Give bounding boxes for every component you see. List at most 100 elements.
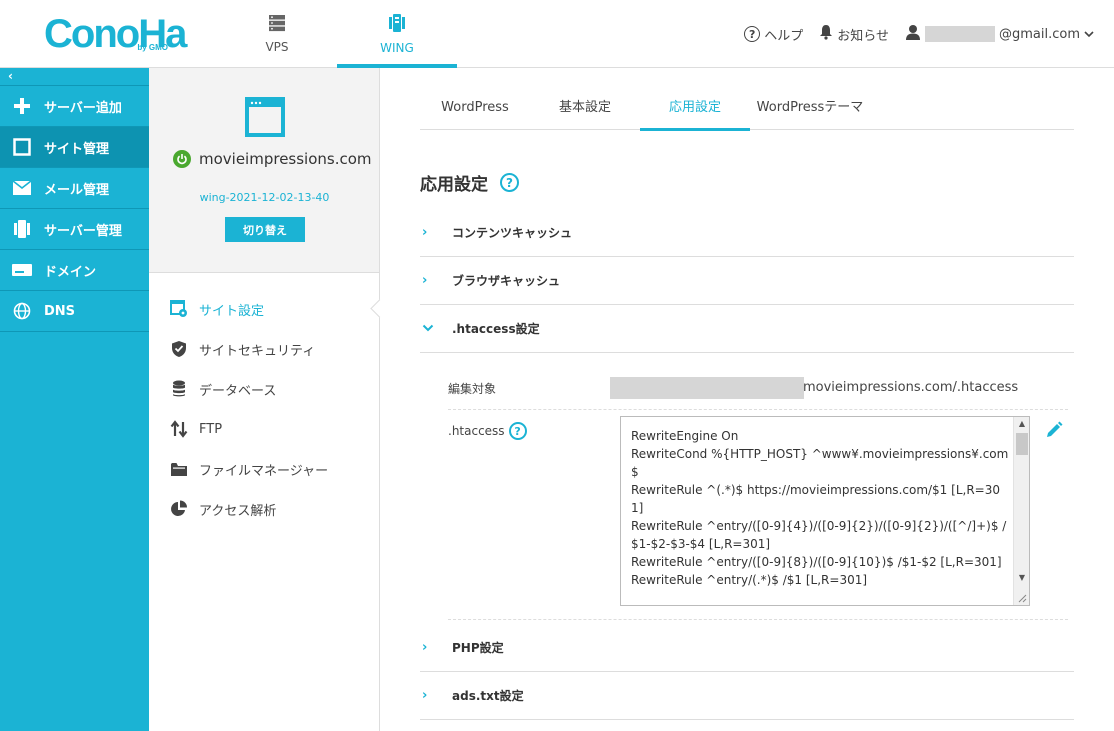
help-link[interactable]: ? ヘルプ: [744, 25, 803, 44]
sidebar-item-label: サーバー追加: [44, 100, 122, 116]
chevron-left-icon: ‹: [8, 69, 13, 83]
nav-vps[interactable]: VPS: [217, 0, 337, 68]
tab-wordpress-theme[interactable]: WordPressテーマ: [750, 96, 870, 129]
site-id: wing-2021-12-02-13-40: [199, 191, 330, 204]
site-settings-icon: [169, 299, 189, 319]
plus-icon: [12, 96, 32, 116]
htaccess-content: RewriteEngine On RewriteCond %{HTTP_HOST…: [631, 427, 1009, 589]
user-icon: [905, 24, 921, 44]
accordion-label: .htaccess設定: [452, 322, 540, 336]
htaccess-line: RewriteRule ^entry/([0-9]{4})/([0-9]{2})…: [631, 519, 1007, 551]
sidebar-item-label: DNS: [44, 303, 76, 319]
site-menu-label: サイトセキュリティ: [199, 343, 316, 359]
notice-label: お知らせ: [837, 28, 889, 44]
ftp-icon: [169, 419, 189, 439]
site-menu-site-settings[interactable]: サイト設定: [149, 289, 379, 329]
site-name-row: movieimpressions.com: [173, 150, 372, 168]
sidebar-item-label: サイト管理: [44, 141, 110, 157]
tab-basic-settings[interactable]: 基本設定: [530, 96, 640, 129]
help-icon: ?: [744, 26, 761, 42]
site-menu-file-manager[interactable]: ファイルマネージャー: [149, 449, 379, 489]
tab-advanced-settings[interactable]: 応用設定: [640, 96, 750, 131]
accordion-label: コンテンツキャッシュ: [452, 226, 573, 240]
textarea-scrollbar[interactable]: ▲ ▼: [1013, 417, 1029, 605]
sidebar-item-label: メール管理: [44, 182, 110, 198]
chevron-right-icon: ›: [422, 273, 428, 288]
site-name: movieimpressions.com: [199, 150, 372, 168]
site-menu-label: アクセス解析: [199, 503, 277, 519]
htaccess-field-label: .htaccess ?: [448, 422, 527, 440]
conoha-logo[interactable]: ConoHa by GMO: [44, 14, 187, 54]
mail-icon: [12, 178, 32, 198]
site-icon: [12, 137, 32, 157]
site-menu-ftp[interactable]: FTP: [149, 409, 379, 449]
help-label: ヘルプ: [764, 28, 804, 44]
accordion-content-cache[interactable]: › コンテンツキャッシュ: [420, 209, 1074, 257]
chevron-down-icon: [420, 321, 452, 336]
site-panel: movieimpressions.com wing-2021-12-02-13-…: [149, 68, 380, 731]
sidebar-item-site-management[interactable]: サイト管理: [0, 127, 149, 168]
globe-icon: [12, 301, 32, 321]
accordion-label: ブラウザキャッシュ: [452, 274, 561, 288]
edit-target-path: movieimpressions.com/.htaccess: [803, 380, 1019, 395]
database-icon: [169, 379, 189, 399]
accordion-label: PHP設定: [452, 641, 504, 655]
header-utilities: ? ヘルプ お知らせ @gmail.com: [744, 0, 1094, 68]
edit-target-label: 編集対象: [448, 382, 497, 396]
sidebar-item-label: サーバー管理: [44, 223, 122, 239]
sidebar-collapse-button[interactable]: ‹: [0, 68, 149, 86]
top-header: ConoHa by GMO VPS WING ? ヘルプ お知らせ @gmail…: [0, 0, 1114, 68]
logo-sub: by GMO: [137, 43, 168, 52]
account-email: @gmail.com: [998, 26, 1080, 42]
section-header: 応用設定 ?: [420, 170, 519, 195]
email-redaction: [924, 26, 995, 42]
scroll-thumb[interactable]: [1016, 433, 1028, 455]
site-menu: サイト設定 サイトセキュリティ データベース FTP ファイルマネージャー アク…: [149, 273, 379, 529]
path-redaction: [610, 377, 804, 399]
htaccess-line: RewriteRule ^entry/(.*)$ /$1 [L,R=301]: [631, 573, 868, 587]
sidebar-item-server-management[interactable]: サーバー管理: [0, 209, 149, 250]
edit-pencil-icon[interactable]: [1044, 420, 1064, 440]
main-content: WordPress 基本設定 応用設定 WordPressテーマ 応用設定 ? …: [380, 68, 1114, 731]
bell-icon: [819, 24, 833, 44]
notice-link[interactable]: お知らせ: [819, 24, 889, 44]
nav-wing[interactable]: WING: [337, 0, 457, 68]
accordion-label: ads.txt設定: [452, 689, 524, 703]
sidebar-item-domain[interactable]: ドメイン: [0, 250, 149, 291]
settings-tabs: WordPress 基本設定 応用設定 WordPressテーマ: [420, 96, 1074, 131]
pie-chart-icon: [169, 499, 189, 519]
accordion-htaccess[interactable]: .htaccess設定: [420, 305, 1074, 353]
chevron-right-icon: ›: [422, 688, 428, 703]
browser-window-icon: [245, 97, 285, 137]
accordion-browser-cache[interactable]: › ブラウザキャッシュ: [420, 257, 1074, 305]
sidebar-item-mail-management[interactable]: メール管理: [0, 168, 149, 209]
folder-icon: [169, 459, 189, 479]
htaccess-label-text: .htaccess: [448, 424, 505, 438]
accordion-php-settings[interactable]: › PHP設定: [420, 624, 1074, 672]
server-icon: [268, 14, 286, 36]
page-title: 応用設定: [420, 175, 488, 195]
domain-icon: [12, 260, 32, 280]
account-menu[interactable]: @gmail.com: [905, 24, 1094, 44]
scroll-up-icon[interactable]: ▲: [1014, 419, 1029, 428]
resize-handle-icon[interactable]: [1017, 593, 1027, 603]
site-card: movieimpressions.com wing-2021-12-02-13-…: [149, 68, 379, 273]
help-icon[interactable]: ?: [500, 173, 519, 192]
accordion-ads-txt[interactable]: › ads.txt設定: [420, 672, 1074, 720]
sidebar-item-label: ドメイン: [44, 264, 97, 280]
site-menu-site-security[interactable]: サイトセキュリティ: [149, 329, 379, 369]
site-menu-database[interactable]: データベース: [149, 369, 379, 409]
tab-wordpress[interactable]: WordPress: [420, 96, 530, 129]
server-manage-icon: [12, 219, 32, 239]
nav-wing-label: WING: [380, 41, 414, 55]
sidebar-item-add-server[interactable]: サーバー追加: [0, 86, 149, 127]
switch-site-button[interactable]: 切り替え: [225, 217, 305, 242]
scroll-down-icon[interactable]: ▼: [1014, 573, 1029, 582]
htaccess-textarea[interactable]: RewriteEngine On RewriteCond %{HTTP_HOST…: [620, 416, 1030, 606]
sidebar-item-dns[interactable]: DNS: [0, 291, 149, 332]
htaccess-line: RewriteRule ^entry/([0-9]{8})/([0-9]{10}…: [631, 555, 1002, 569]
chevron-right-icon: ›: [422, 225, 428, 240]
htaccess-row: .htaccess ? RewriteEngine On RewriteCond…: [448, 414, 1068, 620]
site-menu-access-analytics[interactable]: アクセス解析: [149, 489, 379, 529]
help-icon[interactable]: ?: [508, 422, 527, 440]
